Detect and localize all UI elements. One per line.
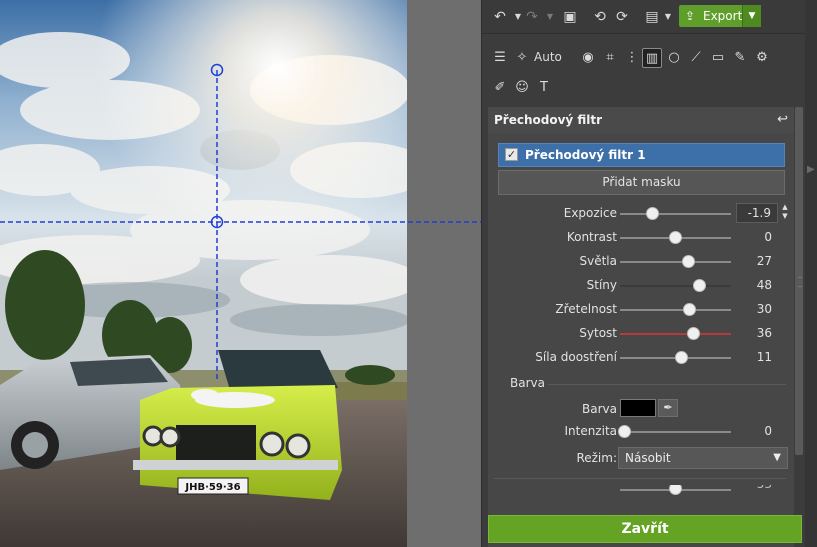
chevron-down-icon: ▼ [773,452,781,463]
scrollbar-grip-icon [798,277,802,287]
divider [494,478,786,479]
adjust-sliders-icon[interactable]: ☰ [490,48,510,68]
section-header: Přechodový filtr ↩ [488,107,794,133]
slider-label: Stíny [586,278,617,292]
slider-thumb[interactable] [686,327,700,340]
export-options-chevron-icon[interactable]: ▼ [742,5,761,27]
face-mask-icon[interactable]: ☺ [512,78,532,98]
top-toolbar: ↶ ▼ ↷ ▼ ▣ ⟲ ⟳ ▤ ▼ ⇪ Export ▼ [482,0,817,34]
filter-item[interactable]: ✓ Přechodový filtr 1 [498,143,785,167]
settings-gear-icon[interactable]: ⚙ [752,48,772,68]
slider-track[interactable] [620,431,731,433]
slider-value: 0 [764,424,772,438]
clone-stamp-icon[interactable]: ✎ [730,48,750,68]
license-plate-text: JHB·59·36 [184,482,240,493]
slider-thumb[interactable] [617,425,631,438]
slider-thumb[interactable] [669,231,682,244]
magic-wand-icon[interactable]: ✧ [512,48,532,68]
redo-history-chevron-icon[interactable]: ▼ [540,7,560,27]
slider-thumb[interactable] [674,351,688,364]
slider-thumb[interactable] [645,207,659,220]
slider-label: Zřetelnost [555,302,617,316]
gradient-filter-icon[interactable]: ▥ [642,48,662,68]
slider-row-světla: Světla 27 [488,250,794,274]
side-panel: ↶ ▼ ↷ ▼ ▣ ⟲ ⟳ ▤ ▼ ⇪ Export ▼ ☰ ✧ Auto ◉ … [481,0,817,547]
app-window: JHB·59·36 ↶ ▼ ↷ ▼ ▣ ⟲ ⟳ ▤ ▼ ⇪ Export ▼ ☰… [0,0,817,547]
slider-value: 11 [756,350,772,364]
slider-track[interactable] [620,261,731,263]
slider-thumb[interactable] [693,279,707,292]
text-tool-icon[interactable]: T [534,78,554,98]
section-body: ✓ Přechodový filtr 1 Přidat masku Expozi… [488,133,794,547]
crop-icon[interactable]: ⌗ [600,48,620,68]
section-title: Přechodový filtr [494,113,603,127]
rotate-left-icon[interactable]: ⟲ [590,7,610,27]
divider [548,384,786,385]
blend-mode-value: Násobit [625,451,671,465]
compare-image-icon[interactable]: ▣ [560,7,580,27]
mode-label: Režim: [576,451,617,465]
slider-row-intensity: Intenzita 0 [488,420,794,444]
panel-scrollbar[interactable] [794,107,804,480]
blend-mode-select[interactable]: Násobit ▼ [618,447,788,469]
eraser-icon[interactable]: ▭ [708,48,728,68]
slider-row-stíny: Stíny 48 [488,274,794,298]
slider-row-síla-doostření: Síla doostření 11 [488,346,794,370]
value-stepper-icon[interactable]: ▲ ▼ [780,203,790,223]
slider-row-sytost: Sytost 36 [488,322,794,346]
slider-row-partial: 53 [488,485,794,497]
close-button[interactable]: Zavřít [488,515,802,543]
image-canvas[interactable]: JHB·59·36 [0,0,481,547]
slider-row-kontrast: Kontrast 0 [488,226,794,250]
reset-section-icon[interactable]: ↩ [777,107,788,133]
auto-button[interactable]: Auto [534,50,562,64]
slider-row-expozice: Expozice -1.9 ▲ ▼ [488,202,794,226]
photo-image: JHB·59·36 [0,0,407,547]
photo[interactable]: JHB·59·36 [0,0,407,547]
radial-filter-icon[interactable]: ○ [664,48,684,68]
save-options-chevron-icon[interactable]: ▼ [658,7,678,27]
slider-thumb[interactable] [683,303,697,316]
export-label: Export [703,9,743,23]
undo-icon[interactable]: ↶ [490,7,510,27]
retouch-brush-icon[interactable]: ✐ [490,78,510,98]
slider-track[interactable] [620,333,731,335]
perspective-icon[interactable]: ⋮ [622,48,642,68]
slider-track[interactable] [620,213,731,215]
eyedropper-icon[interactable]: ✒ [658,399,678,417]
brush-icon[interactable]: ⟋ [686,48,706,68]
slider-track[interactable] [620,309,731,311]
slider-row-zřetelnost: Zřetelnost 30 [488,298,794,322]
color-group-title: Barva [510,376,545,390]
filter-name: Přechodový filtr 1 [525,148,646,162]
scrollbar-thumb[interactable] [795,107,803,455]
add-mask-button[interactable]: Přidat masku [498,170,785,195]
slider-value: 36 [756,326,772,340]
slider-thumb[interactable] [669,485,682,495]
color-swatch[interactable] [620,399,656,417]
slider-thumb[interactable] [682,255,696,268]
slider-value: 53 [757,485,772,491]
slider-value: 27 [756,254,772,268]
slider-value: 48 [756,278,772,292]
slider-label: Expozice [563,206,617,220]
collapse-arrow-icon[interactable]: ▶ [807,164,815,175]
rotate-right-icon[interactable]: ⟳ [612,7,632,27]
filter-enable-checkbox[interactable]: ✓ [505,148,518,161]
slider-label: Kontrast [566,230,617,244]
camera-icon[interactable]: ◉ [578,48,598,68]
slider-label: Sytost [579,326,617,340]
tools-toolbar: ☰ ✧ Auto ◉ ⌗ ⋮ ▥ ○ ⟋ ▭ ✎ ⚙ ✐ ☺ T [482,42,817,100]
slider-track[interactable] [620,285,731,287]
slider-label: Síla doostření [535,350,617,364]
redo-icon[interactable]: ↷ [522,7,542,27]
slider-value: 30 [756,302,772,316]
panel-collapse-strip[interactable]: ▶ [805,0,817,547]
slider-label: Intenzita [564,424,617,438]
slider-value: 0 [764,230,772,244]
export-icon: ⇪ [685,9,696,23]
color-label: Barva [582,402,617,416]
slider-label: Světla [579,254,618,268]
slider-value[interactable]: -1.9 [736,203,778,223]
